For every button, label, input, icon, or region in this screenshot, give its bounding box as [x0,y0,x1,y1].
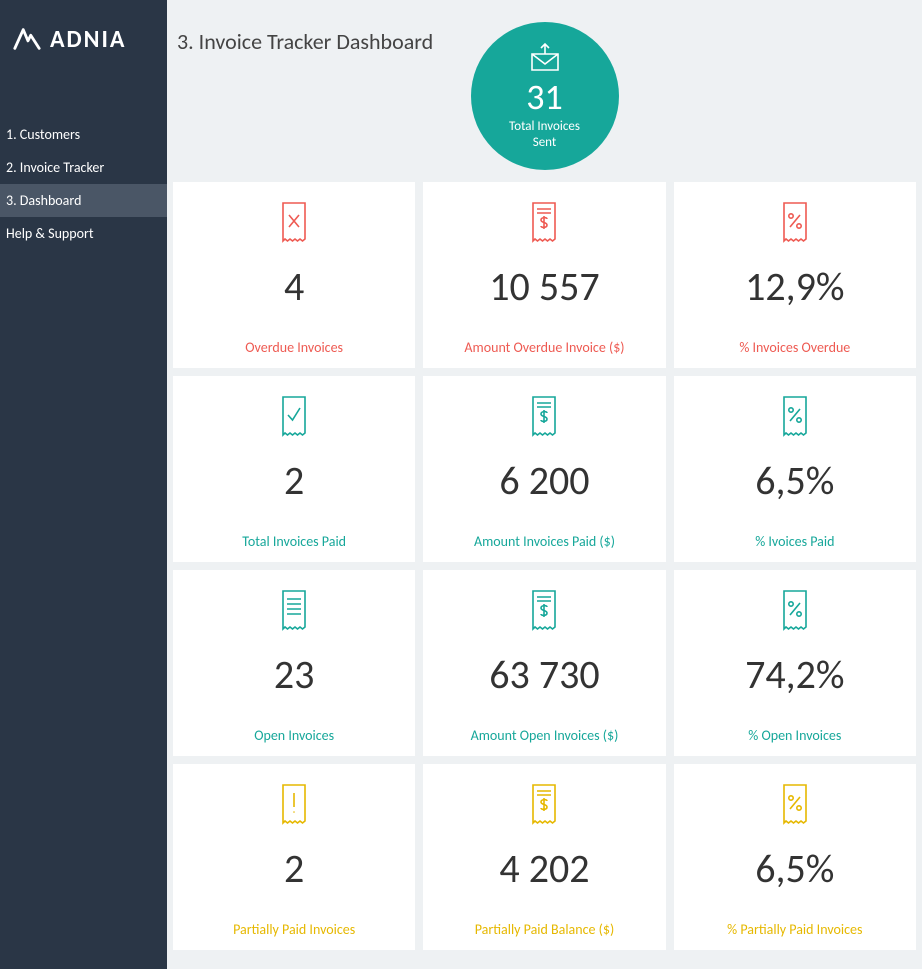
kpi-value: 74,2% [745,650,844,699]
sidebar-item-dashboard[interactable]: 3. Dashboard [0,184,167,217]
kpi-value: 4 [284,262,304,311]
total-invoices-sent-label: Total Invoices Sent [509,119,580,150]
kpi-card-body: 6 200 [423,376,665,522]
kpi-label: % Partially Paid Invoices [674,910,916,950]
kpi-card-body: 23 [173,570,415,716]
total-invoices-sent-badge: 31 Total Invoices Sent [471,22,619,170]
kpi-label: % Open Invoices [674,716,916,756]
kpi-label: Total Invoices Paid [173,522,415,562]
kpi-card: 4 Overdue Invoices [173,182,415,368]
kpi-label: % Ivoices Paid [674,522,916,562]
kpi-value: 63 730 [489,650,599,699]
kpi-label: % Invoices Overdue [674,328,916,368]
brand-logo-icon [12,24,42,54]
kpi-card-body: 4 [173,182,415,328]
page-title: 3. Invoice Tracker Dashboard [177,28,433,55]
sidebar-item-invoice-tracker[interactable]: 2. Invoice Tracker [0,151,167,184]
kpi-card-body: 6,5% [674,376,916,522]
kpi-value: 6,5% [755,844,834,893]
kpi-card: 23 Open Invoices [173,570,415,756]
kpi-value: 6,5% [755,456,834,505]
kpi-card: 10 557 Amount Overdue Invoice ($) [423,182,665,368]
kpi-card: 4 202 Partially Paid Balance ($) [423,764,665,950]
invoice-lines-icon [277,588,311,632]
kpi-label: Amount Open Invoices ($) [423,716,665,756]
kpi-card-body: 74,2% [674,570,916,716]
invoice-percent-icon [778,588,812,632]
invoice-exclaim-icon [277,782,311,826]
kpi-label: Open Invoices [173,716,415,756]
kpi-card: 6,5% % Ivoices Paid [674,376,916,562]
kpi-value: 4 202 [499,844,589,893]
brand-name: ADNIA [50,25,126,54]
invoice-dollar-icon [527,200,561,244]
kpi-label: Amount Invoices Paid ($) [423,522,665,562]
kpi-value: 12,9% [745,262,844,311]
kpi-card: 6,5% % Partially Paid Invoices [674,764,916,950]
envelope-send-icon [528,42,562,77]
brand: ADNIA [0,0,167,78]
total-invoices-sent-value: 31 [526,79,563,115]
kpi-card-body: 63 730 [423,570,665,716]
kpi-card: 12,9% % Invoices Overdue [674,182,916,368]
kpi-card: 2 Total Invoices Paid [173,376,415,562]
invoice-percent-icon [778,200,812,244]
kpi-card-body: 10 557 [423,182,665,328]
kpi-value: 2 [284,456,304,505]
dashboard-header: 3. Invoice Tracker Dashboard 31 Total In… [167,0,922,176]
kpi-card-body: 2 [173,764,415,910]
invoice-dollar-icon [527,394,561,438]
kpi-card: 6 200 Amount Invoices Paid ($) [423,376,665,562]
kpi-label: Overdue Invoices [173,328,415,368]
kpi-value: 2 [284,844,304,893]
kpi-card-body: 2 [173,376,415,522]
kpi-card-body: 12,9% [674,182,916,328]
kpi-value: 10 557 [489,262,599,311]
invoice-check-icon [277,394,311,438]
kpi-label: Partially Paid Balance ($) [423,910,665,950]
sidebar-item-customers[interactable]: 1. Customers [0,118,167,151]
sidebar-item-help-support[interactable]: Help & Support [0,217,167,250]
invoice-percent-icon [778,782,812,826]
sidebar: ADNIA 1. Customers 2. Invoice Tracker 3.… [0,0,167,969]
invoice-x-icon [277,200,311,244]
kpi-label: Partially Paid Invoices [173,910,415,950]
kpi-grid: 4 Overdue Invoices 10 557 Amount Overdue In… [167,176,922,956]
kpi-value: 23 [274,650,315,699]
invoice-percent-icon [778,394,812,438]
kpi-card: 74,2% % Open Invoices [674,570,916,756]
kpi-label: Amount Overdue Invoice ($) [423,328,665,368]
invoice-dollar-icon [527,782,561,826]
kpi-card: 63 730 Amount Open Invoices ($) [423,570,665,756]
kpi-value: 6 200 [499,456,589,505]
kpi-card-body: 6,5% [674,764,916,910]
kpi-card: 2 Partially Paid Invoices [173,764,415,950]
sidebar-nav: 1. Customers 2. Invoice Tracker 3. Dashb… [0,118,167,250]
invoice-dollar-icon [527,588,561,632]
main-content: 3. Invoice Tracker Dashboard 31 Total In… [167,0,922,969]
kpi-card-body: 4 202 [423,764,665,910]
